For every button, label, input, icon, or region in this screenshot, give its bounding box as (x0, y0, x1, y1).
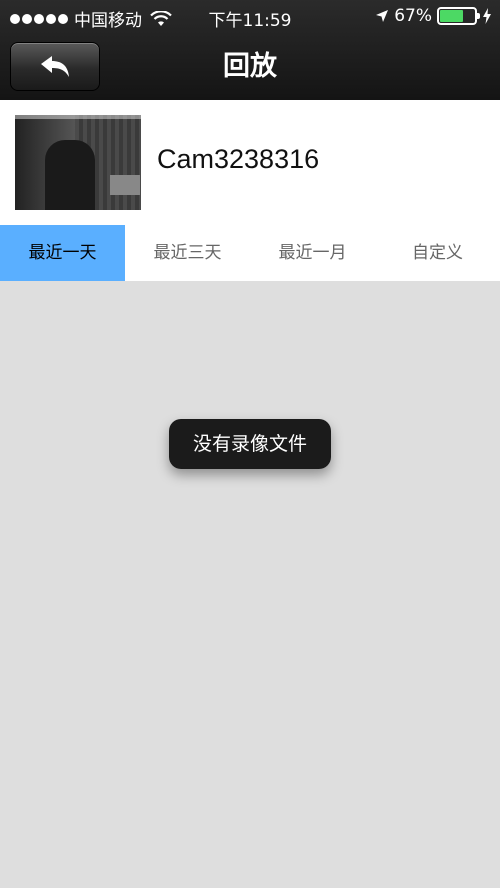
no-recordings-toast: 没有录像文件 (169, 419, 331, 469)
status-bar: 中国移动 下午11:59 67% (0, 0, 500, 33)
top-bar: 中国移动 下午11:59 67% 回放 (0, 0, 500, 100)
device-header: Cam3238316 (0, 100, 500, 225)
battery-icon (437, 7, 480, 25)
back-arrow-icon (41, 55, 69, 77)
time-range-tabs: 最近一天 最近三天 最近一月 自定义 (0, 225, 500, 281)
tab-custom[interactable]: 自定义 (375, 225, 500, 281)
recording-list-area (0, 281, 500, 888)
status-right: 67% (375, 6, 492, 26)
battery-percent: 67% (394, 6, 432, 26)
tab-last-month[interactable]: 最近一月 (250, 225, 375, 281)
camera-name: Cam3238316 (157, 144, 320, 174)
camera-thumbnail (15, 115, 141, 210)
back-button[interactable] (10, 42, 100, 91)
tab-last-day[interactable]: 最近一天 (0, 225, 125, 281)
battery-fill (440, 10, 463, 22)
tab-last-three-days[interactable]: 最近三天 (125, 225, 250, 281)
charging-bolt-icon (483, 8, 491, 24)
navigation-bar: 回放 (0, 33, 500, 100)
location-arrow-icon (376, 10, 389, 22)
